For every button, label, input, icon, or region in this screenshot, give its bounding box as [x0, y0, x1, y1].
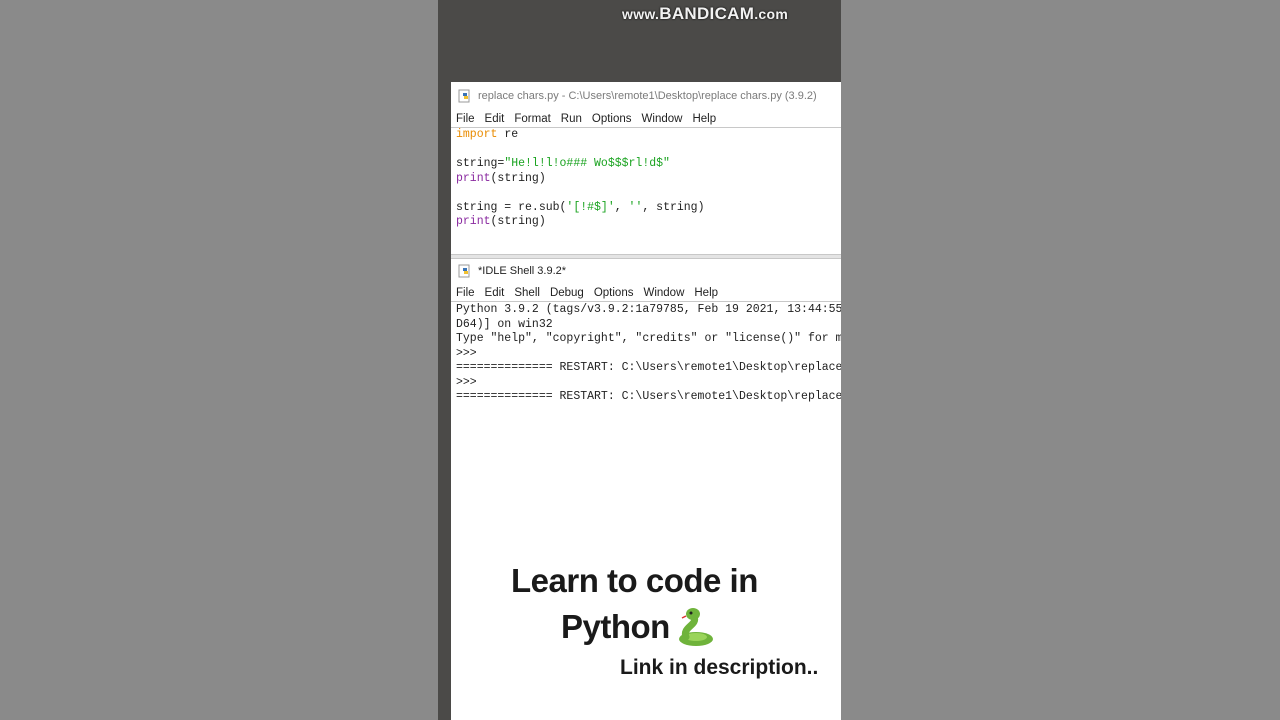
editor-menu-options[interactable]: Options: [592, 113, 632, 125]
python-shell-icon: [458, 264, 472, 278]
shell-menu-edit[interactable]: Edit: [485, 287, 505, 299]
shell-title-bar: *IDLE Shell 3.9.2*: [451, 257, 841, 284]
promo-python-text: Python: [561, 608, 670, 645]
shell-menu-file[interactable]: File: [456, 287, 475, 299]
bandicam-watermark: www.BANDICAM.com: [622, 4, 789, 23]
promo-line-1: Learn to code in: [511, 562, 758, 599]
promo-line-3: Link in description..: [620, 656, 819, 679]
editor-title: replace chars.py - C:\Users\remote1\Desk…: [478, 89, 817, 102]
code-line-6: string = re.sub('[!#$]', '', string): [456, 200, 705, 214]
promo-line-2: Python: [561, 605, 716, 649]
editor-menu-help[interactable]: Help: [692, 113, 716, 125]
recording-frame: www.BANDICAM.com replace chars.py - C:\U…: [438, 0, 841, 720]
editor-menu-file[interactable]: File: [456, 113, 475, 125]
right-background: [841, 0, 1280, 720]
shell-prompt: >>>: [456, 346, 484, 360]
left-background: [0, 0, 438, 720]
shell-menu-help[interactable]: Help: [694, 287, 718, 299]
code-line-7: print(string): [456, 215, 546, 228]
shell-menu-shell[interactable]: Shell: [514, 287, 540, 299]
code-line-1: import re: [456, 128, 519, 141]
editor-menu-window[interactable]: Window: [642, 113, 683, 125]
editor-code-area[interactable]: import re string="He!l!l!o### Wo$$$rl!d$…: [451, 128, 841, 254]
snake-icon: [672, 605, 716, 649]
shell-prompt: >>>: [456, 375, 484, 389]
editor-title-bar: replace chars.py - C:\Users\remote1\Desk…: [451, 82, 841, 109]
shell-menu-bar: File Edit Shell Debug Options Window Hel…: [451, 284, 841, 302]
shell-output[interactable]: Python 3.9.2 (tags/v3.9.2:1a79785, Feb 1…: [451, 303, 841, 405]
code-line-4: print(string): [456, 171, 546, 185]
code-line-3: string="He!l!l!o### Wo$$$rl!d$": [456, 157, 670, 170]
shell-title: *IDLE Shell 3.9.2*: [478, 264, 567, 277]
shell-line: Type "help", "copyright", "credits" or "…: [456, 332, 841, 345]
shell-menu-debug[interactable]: Debug: [550, 287, 584, 299]
editor-menu-format[interactable]: Format: [514, 113, 550, 125]
editor-menu-bar: File Edit Format Run Options Window Help: [451, 110, 841, 128]
shell-line: D64)] on win32: [456, 317, 553, 331]
shell-line: ============== RESTART: C:\Users\remote1…: [456, 390, 841, 403]
shell-menu-options[interactable]: Options: [594, 287, 634, 299]
editor-menu-run[interactable]: Run: [561, 113, 582, 125]
idle-windows: replace chars.py - C:\Users\remote1\Desk…: [451, 82, 841, 720]
shell-line: ============== RESTART: C:\Users\remote1…: [456, 361, 841, 374]
python-file-icon: [458, 89, 472, 103]
editor-menu-edit[interactable]: Edit: [485, 113, 505, 125]
shell-line: Python 3.9.2 (tags/v3.9.2:1a79785, Feb 1…: [456, 303, 841, 316]
shell-menu-window[interactable]: Window: [643, 287, 684, 299]
